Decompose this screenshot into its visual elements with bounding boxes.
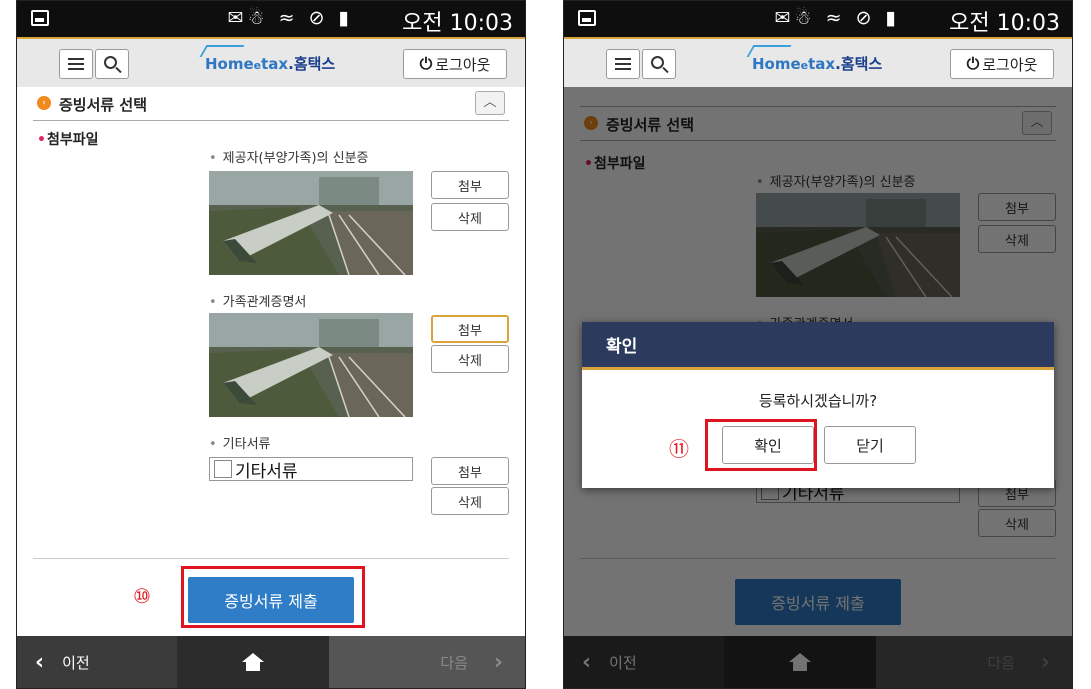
dialog-close-button[interactable]: 닫기 <box>824 426 916 464</box>
doc-label-text: 제공자(부양가족)의 신분증 <box>222 151 369 166</box>
required-star-icon: • <box>37 132 46 148</box>
power-icon: ⏻ <box>966 54 980 73</box>
bullet-icon: • <box>209 151 217 166</box>
logout-button[interactable]: ⏻ 로그아웃 <box>403 49 507 79</box>
doc-thumbnail-id-card <box>209 171 413 275</box>
gallery-icon <box>31 10 49 26</box>
doc-label-etc: • 기타서류 <box>209 433 271 452</box>
top-bar: Homeetax.홈택스 ⏻ 로그아웃 <box>17 37 525 87</box>
attach-button-family-cert[interactable]: 첨부 <box>431 315 509 343</box>
confirm-dialog: 확인 등록하시겠습니까? 확인 닫기 <box>582 322 1054 488</box>
top-bar: Homeetax.홈택스 ⏻ 로그아웃 <box>564 37 1072 87</box>
attach-button-id-card[interactable]: 첨부 <box>431 171 509 199</box>
logo-home-text: Home <box>205 55 254 73</box>
phone-screen-left: ✉☃ ≈ ⊘ ▮ 오전 10:03 Homeetax.홈택스 ⏻ 로그아웃 › … <box>16 0 526 689</box>
doc-label-text: 기타서류 <box>222 437 271 452</box>
logo-suffix: 홈택스 <box>840 55 883 73</box>
logo-suffix: 홈택스 <box>293 55 336 73</box>
etc-doc-input[interactable]: 기타서류 <box>209 457 413 482</box>
delete-button-family-cert[interactable]: 삭제 <box>431 345 509 373</box>
bullet-icon: • <box>209 295 217 310</box>
menu-button[interactable] <box>606 49 640 79</box>
hometax-logo[interactable]: Homeetax.홈택스 <box>199 45 336 74</box>
doc-label-id-card: • 제공자(부양가족)의 신분증 <box>209 147 369 166</box>
power-icon: ⏻ <box>419 54 433 73</box>
section-bullet-icon: › <box>37 96 51 110</box>
hamburger-icon <box>615 58 631 70</box>
chevron-right-icon: › <box>493 649 503 675</box>
dialog-title: 확인 <box>582 322 1054 370</box>
section-title: 증빙서류 선택 <box>59 96 148 114</box>
logo-roof-icon <box>199 45 245 57</box>
logo-tax-text: tax <box>261 55 289 73</box>
step-11-number: ⑪ <box>669 437 689 461</box>
home-icon <box>242 653 264 671</box>
doc-thumbnail-family-cert <box>209 313 413 417</box>
status-bar: ✉☃ ≈ ⊘ ▮ 오전 10:03 <box>564 1 1072 37</box>
dialog-message: 등록하시겠습니까? <box>758 392 878 410</box>
search-button[interactable] <box>95 49 129 79</box>
step-10-number: ⑩ <box>133 584 151 608</box>
chevron-left-icon: ‹ <box>35 649 45 675</box>
status-icons: ✉☃ ≈ ⊘ ▮ <box>227 7 353 29</box>
phone-screen-right: ✉☃ ≈ ⊘ ▮ 오전 10:03 Homeetax.홈택스 ⏻ 로그아웃 › … <box>563 0 1073 689</box>
gallery-icon <box>578 10 596 26</box>
required-label-text: 첨부파일 <box>46 132 99 148</box>
etc-doc-value: 기타서류 <box>235 461 298 482</box>
status-icons: ✉☃ ≈ ⊘ ▮ <box>774 7 900 29</box>
logout-button[interactable]: ⏻ 로그아웃 <box>950 49 1054 79</box>
next-label: 다음 <box>440 653 468 672</box>
status-time: 오전 10:03 <box>402 11 513 36</box>
attach-button-etc[interactable]: 첨부 <box>431 457 509 485</box>
prev-label: 이전 <box>62 653 90 672</box>
hamburger-icon <box>68 58 84 70</box>
bullet-icon: • <box>209 437 217 452</box>
logout-label: 로그아웃 <box>435 55 491 74</box>
doc-label-family-cert: • 가족관계증명서 <box>209 291 306 310</box>
etc-doc-checkbox[interactable] <box>214 460 232 478</box>
delete-button-etc[interactable]: 삭제 <box>431 487 509 515</box>
menu-button[interactable] <box>59 49 93 79</box>
bottom-nav: ‹ 이전 다음 › <box>17 636 525 688</box>
status-bar: ✉☃ ≈ ⊘ ▮ 오전 10:03 <box>17 1 525 37</box>
doc-label-text: 가족관계증명서 <box>222 295 307 310</box>
logo-home-text: Home <box>752 55 801 73</box>
delete-button-id-card[interactable]: 삭제 <box>431 203 509 231</box>
section-header: › 증빙서류 선택 ︿ <box>33 87 509 121</box>
next-button[interactable]: 다음 › <box>329 636 525 688</box>
collapse-button[interactable]: ︿ <box>475 91 505 115</box>
search-icon <box>651 56 664 69</box>
step-10-highlight <box>181 566 365 628</box>
prev-button[interactable]: ‹ 이전 <box>17 636 177 688</box>
main-content: › 증빙서류 선택 ︿ •첨부파일 •제공자(부양가족)의 신분증 첨부 삭제 <box>33 87 509 636</box>
required-label: •첨부파일 <box>37 129 98 149</box>
logout-label: 로그아웃 <box>982 55 1038 74</box>
step-11-highlight <box>705 419 817 471</box>
hometax-logo[interactable]: Homeetax.홈택스 <box>746 45 883 74</box>
logo-tax-text: tax <box>808 55 836 73</box>
logo-roof-icon <box>746 45 792 57</box>
status-time: 오전 10:03 <box>949 11 1060 36</box>
home-button[interactable] <box>177 636 329 688</box>
search-icon <box>104 56 117 69</box>
search-button[interactable] <box>642 49 676 79</box>
